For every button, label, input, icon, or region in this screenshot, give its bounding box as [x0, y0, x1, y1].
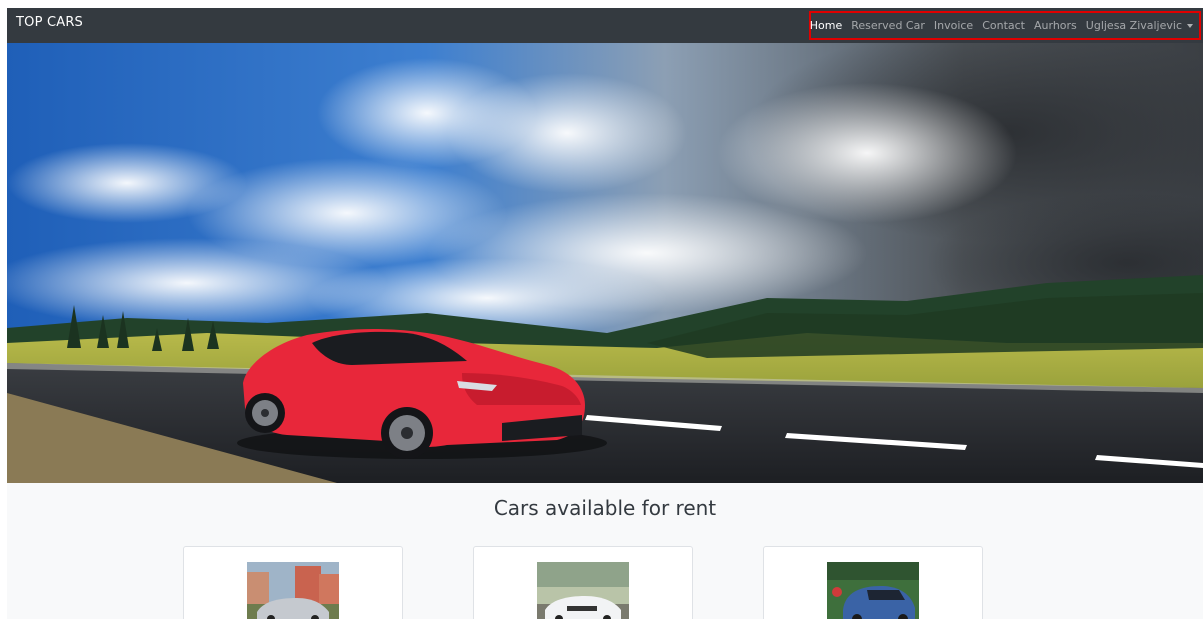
white-convertible-image: [537, 562, 629, 619]
user-name: Ugljesa Zivaljevic: [1085, 19, 1182, 32]
page: TOP CARS Home Reserved Car Invoice Conta…: [0, 0, 1203, 619]
user-dropdown[interactable]: Ugljesa Zivaljevic: [1086, 19, 1193, 32]
hero-image: [7, 43, 1203, 483]
car-card-image[interactable]: [537, 562, 629, 619]
nav-link-reserved-car[interactable]: Reserved Car: [851, 19, 925, 32]
silver-sedan-image: [247, 562, 339, 619]
caret-down-icon: [1187, 24, 1193, 28]
content-section: Cars available for rent: [7, 483, 1203, 619]
nav-link-home[interactable]: Home: [810, 19, 842, 32]
car-card-image[interactable]: [247, 562, 339, 619]
brand-logo[interactable]: TOP CARS: [16, 15, 83, 30]
nav-link-authors[interactable]: Aurhors: [1034, 19, 1077, 32]
car-card[interactable]: [183, 546, 403, 619]
nav-link-contact[interactable]: Contact: [982, 19, 1025, 32]
blue-suv-image: [827, 562, 919, 619]
car-card[interactable]: [473, 546, 693, 619]
section-title: Cars available for rent: [493, 496, 717, 520]
hero-car-illustration: [7, 43, 1203, 483]
navbar: TOP CARS Home Reserved Car Invoice Conta…: [7, 8, 1203, 43]
nav-link-invoice[interactable]: Invoice: [934, 19, 973, 32]
nav-menu: Home Reserved Car Invoice Contact Aurhor…: [809, 11, 1201, 40]
car-card[interactable]: [763, 546, 983, 619]
car-card-image[interactable]: [827, 562, 919, 619]
